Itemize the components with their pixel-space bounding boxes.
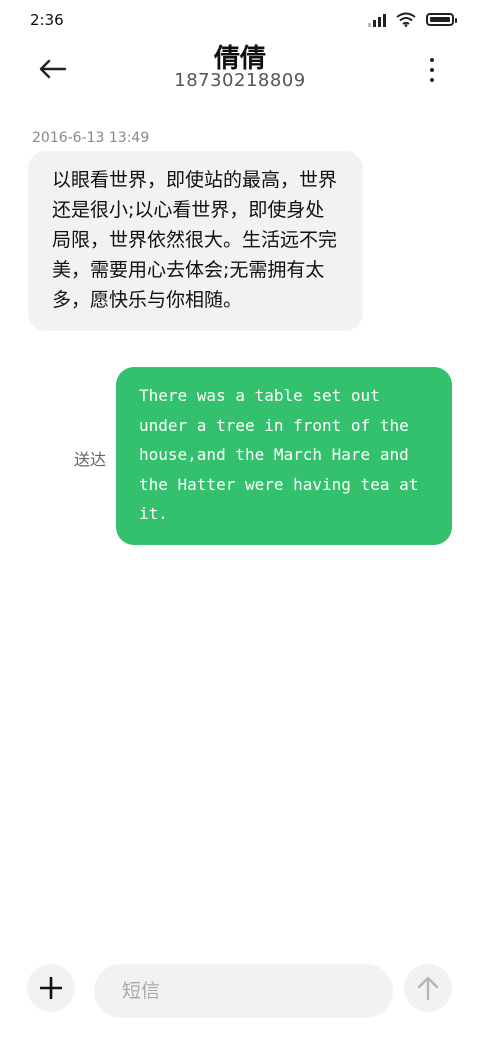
more-options-button[interactable] bbox=[424, 58, 440, 82]
message-timestamp: 2016-6-13 13:49 bbox=[32, 130, 150, 146]
conversation-header: 倩倩 18730218809 bbox=[0, 40, 480, 100]
message-input[interactable] bbox=[122, 980, 393, 1002]
more-vertical-icon bbox=[430, 58, 434, 62]
message-input-container[interactable] bbox=[94, 964, 393, 1018]
outgoing-message-bubble[interactable]: There was a table set out under a tree i… bbox=[116, 367, 452, 545]
status-bar: 2:36 bbox=[0, 0, 480, 40]
contact-number: 18730218809 bbox=[174, 70, 306, 91]
incoming-message-bubble[interactable]: 以眼看世界，即使站的最高，世界还是很小;以心看世界，即使身处局限，世界依然很大。… bbox=[28, 151, 363, 331]
send-arrow-icon bbox=[417, 976, 439, 1001]
status-time: 2:36 bbox=[30, 11, 64, 29]
delivery-status: 送达 bbox=[74, 450, 107, 469]
signal-icon bbox=[368, 13, 386, 27]
status-icons bbox=[368, 12, 457, 27]
plus-icon bbox=[40, 977, 62, 999]
battery-icon bbox=[426, 13, 457, 26]
send-button[interactable] bbox=[404, 964, 452, 1012]
wifi-icon bbox=[396, 12, 416, 27]
add-attachment-button[interactable] bbox=[27, 964, 75, 1012]
